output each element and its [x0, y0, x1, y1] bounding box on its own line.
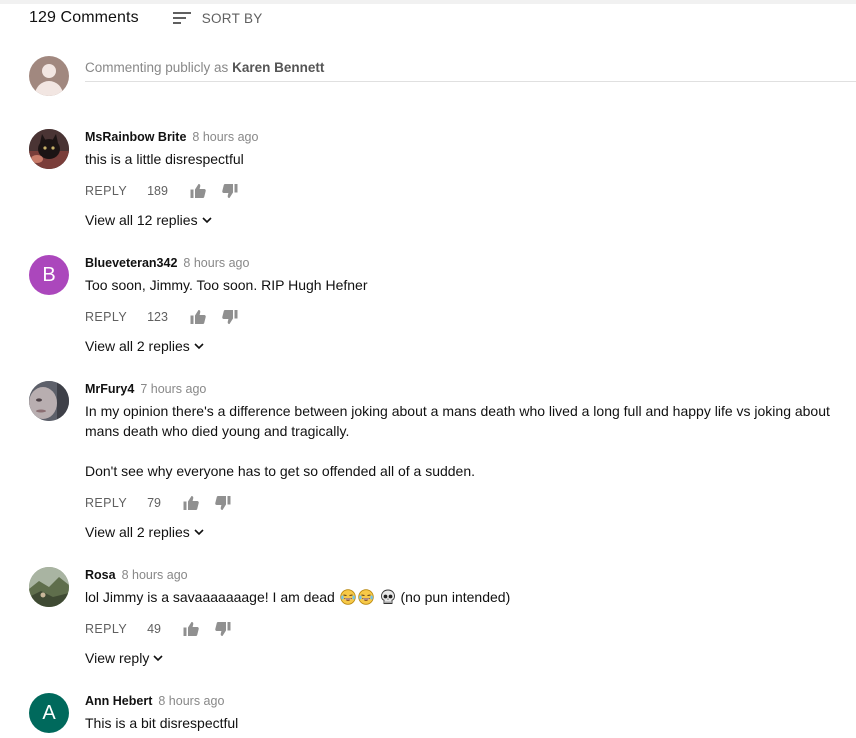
crying-laughing-emoji-icon [340, 589, 356, 605]
thumbs-down-icon[interactable] [222, 309, 238, 325]
face-photo-avatar [29, 381, 69, 421]
comment-time[interactable]: 8 hours ago [158, 694, 224, 708]
comment-text-after-emoji: (no pun intended) [400, 589, 511, 605]
comment-text-before-emoji: lol Jimmy is a savaaaaaaage! I am dead [85, 589, 335, 605]
thumbs-down-icon[interactable] [222, 183, 238, 199]
sort-icon [172, 11, 191, 25]
comment-actions: REPLY 79 [85, 493, 845, 513]
landscape-photo-avatar [29, 567, 69, 607]
chevron-down-icon [202, 217, 212, 224]
composer-user: Karen Bennett [232, 60, 325, 75]
comment-input[interactable]: Commenting publicly as Karen Bennett [85, 60, 324, 75]
thumbs-up-icon[interactable] [190, 309, 206, 325]
comment-text-line-1: In my opinion there's a difference betwe… [85, 403, 830, 419]
reply-button[interactable]: REPLY [85, 310, 127, 324]
crying-laughing-emoji-icon [358, 589, 374, 605]
composer-underline [85, 81, 856, 82]
comment-text: lol Jimmy is a savaaaaaaage! I am dead (… [85, 587, 845, 607]
comment-actions: REPLY 189 [85, 181, 845, 201]
thumbs-down-icon[interactable] [215, 495, 231, 511]
comment-actions: REPLY 123 [85, 307, 845, 327]
sort-by-label: SORT BY [201, 10, 263, 26]
comment-author[interactable]: Ann Hebert [85, 694, 152, 708]
comment-time[interactable]: 8 hours ago [122, 568, 188, 582]
current-user-avatar [29, 56, 69, 96]
chevron-down-icon [153, 655, 163, 662]
view-replies-button[interactable]: View all 12 replies [85, 210, 845, 230]
comments-header: 129 Comments SORT BY [29, 8, 263, 28]
like-count: 123 [147, 310, 168, 324]
view-replies-label: View reply [85, 650, 150, 666]
chevron-down-icon [194, 343, 204, 350]
composer-prefix: Commenting publicly as [85, 60, 229, 75]
reply-button[interactable]: REPLY [85, 184, 127, 198]
comment-author[interactable]: Blueveteran342 [85, 256, 177, 270]
view-reply-button[interactable]: View reply [85, 648, 845, 668]
like-count: 79 [147, 496, 161, 510]
comment-text: This is a bit disrespectful [85, 715, 239, 731]
chevron-down-icon [194, 529, 204, 536]
view-replies-button[interactable]: View all 2 replies [85, 522, 845, 542]
thumbs-up-icon[interactable] [190, 183, 206, 199]
avatar[interactable] [29, 129, 69, 169]
comment-text-paragraph-2: Don't see why everyone has to get so off… [85, 463, 476, 479]
top-divider [0, 0, 856, 4]
skull-emoji-icon [380, 589, 395, 604]
avatar[interactable]: A [29, 693, 69, 733]
comment-count: 129 Comments [29, 9, 139, 26]
comment-text-line-2: mans death who died young and tragically… [85, 423, 350, 439]
comment-actions: REPLY 49 [85, 619, 845, 639]
comment-text: Too soon, Jimmy. Too soon. RIP Hugh Hefn… [85, 277, 368, 293]
comments-section: 129 Comments SORT BY Commenting publicly… [0, 0, 856, 738]
comment-composer: Commenting publicly as Karen Bennett [29, 56, 856, 98]
comment-text: this is a little disrespectful [85, 151, 244, 167]
view-replies-label: View all 2 replies [85, 338, 190, 354]
avatar-letter: B [42, 263, 56, 286]
reply-button[interactable]: REPLY [85, 496, 127, 510]
reply-button[interactable]: REPLY [85, 622, 127, 636]
like-count: 189 [147, 184, 168, 198]
comment-time[interactable]: 8 hours ago [192, 130, 258, 144]
thumbs-down-icon[interactable] [215, 621, 231, 637]
thumbs-up-icon[interactable] [183, 495, 199, 511]
cat-photo-avatar [29, 129, 69, 169]
comment-author[interactable]: Rosa [85, 568, 116, 582]
comment-author[interactable]: MrFury4 [85, 382, 134, 396]
thumbs-up-icon[interactable] [183, 621, 199, 637]
comment-time[interactable]: 7 hours ago [140, 382, 206, 396]
avatar[interactable] [29, 381, 69, 421]
like-count: 49 [147, 622, 161, 636]
view-replies-label: View all 12 replies [85, 212, 198, 228]
comment-time[interactable]: 8 hours ago [183, 256, 249, 270]
view-replies-button[interactable]: View all 2 replies [85, 336, 845, 356]
avatar[interactable]: B [29, 255, 69, 295]
sort-by-button[interactable]: SORT BY [172, 10, 263, 26]
comment-author[interactable]: MsRainbow Brite [85, 130, 186, 144]
view-replies-label: View all 2 replies [85, 524, 190, 540]
avatar-letter: A [42, 701, 56, 724]
avatar[interactable] [29, 567, 69, 607]
